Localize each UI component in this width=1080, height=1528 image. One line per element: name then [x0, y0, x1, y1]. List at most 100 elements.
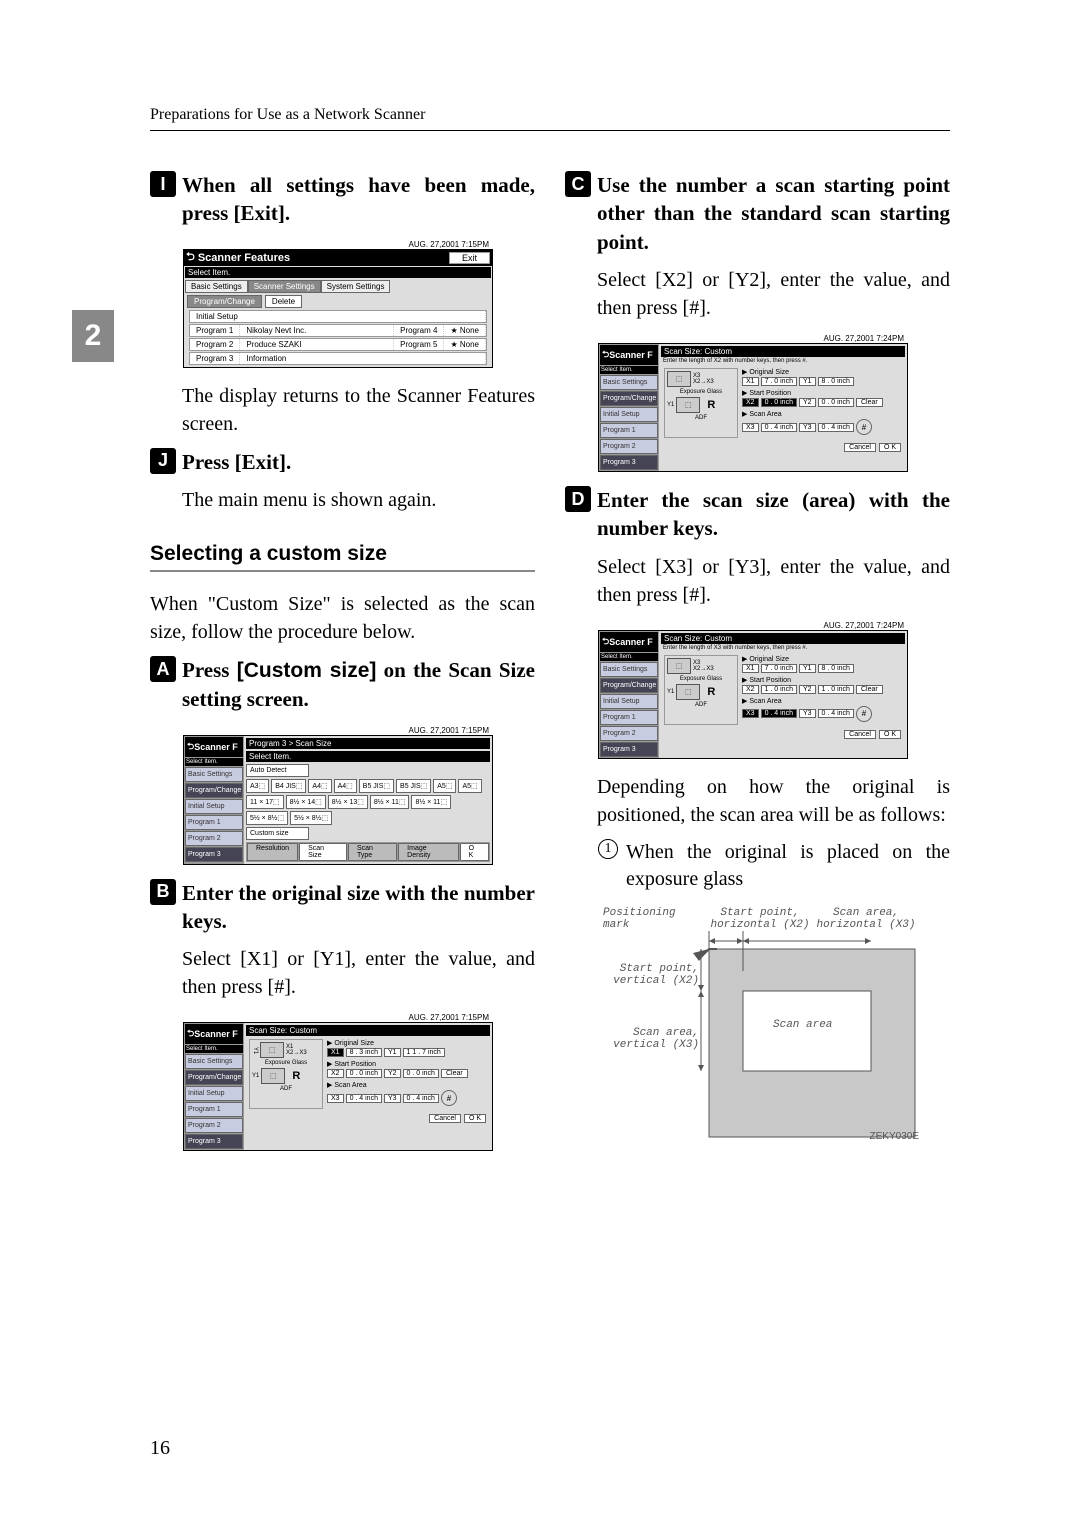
table-cell[interactable]: Program 5 [394, 339, 444, 350]
page-number: 16 [150, 1437, 170, 1460]
x2-button[interactable]: X2 [742, 685, 759, 694]
tab-scan-type[interactable]: Scan Type [348, 843, 397, 861]
sidebar-prog3[interactable]: Program 3 [185, 847, 243, 862]
sidebar-program-change[interactable]: Program/Change [185, 1070, 243, 1085]
sidebar-initial[interactable]: Initial Setup [185, 1086, 243, 1101]
sidebar-basic[interactable]: Basic Settings [185, 767, 243, 782]
back-arrow-icon[interactable]: ⮌ [187, 1026, 194, 1042]
y3-button[interactable]: Y3 [799, 423, 816, 432]
tab-basic[interactable]: Basic Settings [185, 280, 248, 293]
clear-button[interactable]: Clear [441, 1069, 468, 1078]
size-option[interactable]: 8½ × 13⬚ [328, 795, 368, 809]
size-option[interactable]: A4⬚ [334, 779, 357, 793]
sidebar-program-change[interactable]: Program/Change [600, 678, 658, 693]
sidebar-program-change[interactable]: Program/Change [600, 391, 658, 406]
sidebar-prog1[interactable]: Program 1 [185, 1102, 243, 1117]
sidebar-prog2[interactable]: Program 2 [600, 726, 658, 741]
cancel-button[interactable]: Cancel [844, 443, 876, 452]
x3-value: 0 . 4 inch [761, 423, 797, 432]
sidebar-prog3[interactable]: Program 3 [600, 455, 658, 470]
sidebar-basic[interactable]: Basic Settings [185, 1054, 243, 1069]
custom-size-button[interactable]: Custom size [246, 827, 309, 840]
x2-button[interactable]: X2 [742, 398, 759, 407]
size-option[interactable]: 8½ × 14⬚ [286, 795, 326, 809]
r-mark-icon: R [287, 1070, 305, 1082]
x1-button[interactable]: X1 [742, 664, 759, 673]
sidebar-prog2[interactable]: Program 2 [185, 1118, 243, 1133]
table-cell[interactable]: Program 3 [190, 353, 240, 364]
step-d-text: Enter the scan size (area) with the numb… [597, 486, 950, 543]
sidebar-initial[interactable]: Initial Setup [600, 694, 658, 709]
ok-button[interactable]: O K [464, 1114, 486, 1123]
size-option[interactable]: B5 JIS⬚ [396, 779, 431, 793]
x3-button[interactable]: X3 [742, 709, 759, 718]
x3-button[interactable]: X3 [327, 1094, 344, 1103]
y1-button[interactable]: Y1 [799, 664, 816, 673]
sidebar-program-change[interactable]: Program/Change [185, 783, 243, 798]
back-arrow-icon[interactable]: ⮌ [187, 739, 194, 755]
size-option[interactable]: 5½ × 8½⬚ [246, 811, 288, 825]
ok-button[interactable]: O K [460, 843, 489, 861]
size-option[interactable]: B4 JIS⬚ [271, 779, 306, 793]
y1-button[interactable]: Y1 [384, 1048, 401, 1057]
exit-button[interactable]: Exit [449, 252, 490, 264]
x1-button[interactable]: X1 [742, 377, 759, 386]
back-arrow-icon[interactable]: ⮌ [186, 248, 195, 267]
tab-system[interactable]: System Settings [321, 280, 391, 293]
y2-button[interactable]: Y2 [799, 398, 816, 407]
y1-button[interactable]: Y1 [799, 377, 816, 386]
x1-button[interactable]: X1 [327, 1048, 344, 1057]
y2-button[interactable]: Y2 [384, 1069, 401, 1078]
size-option[interactable]: B5 JIS⬚ [359, 779, 394, 793]
sidebar-prog1[interactable]: Program 1 [600, 710, 658, 725]
sidebar-initial[interactable]: Initial Setup [185, 799, 243, 814]
size-option[interactable]: A3⬚ [246, 779, 269, 793]
sidebar-initial[interactable]: Initial Setup [600, 407, 658, 422]
initial-setup[interactable]: Initial Setup [190, 311, 486, 322]
back-arrow-icon[interactable]: ⮌ [602, 347, 609, 363]
size-option[interactable]: 8½ × 11⬚ [411, 795, 451, 809]
y2-button[interactable]: Y2 [799, 685, 816, 694]
hash-button[interactable]: # [441, 1090, 457, 1106]
table-cell[interactable]: Program 2 [190, 339, 240, 350]
auto-detect-button[interactable]: Auto Detect [246, 764, 309, 777]
sidebar-basic[interactable]: Basic Settings [600, 375, 658, 390]
program-change-button[interactable]: Program/Change [187, 295, 262, 308]
size-option[interactable]: A5⬚ [458, 779, 481, 793]
ok-button[interactable]: O K [879, 443, 901, 452]
x2-button[interactable]: X2 [327, 1069, 344, 1078]
ok-button[interactable]: O K [879, 730, 901, 739]
size-option[interactable]: 11 × 17⬚ [246, 795, 284, 809]
y1-value: 8 . 0 inch [818, 664, 854, 673]
clear-button[interactable]: Clear [856, 685, 883, 694]
size-option[interactable]: 8½ × 11⬚ [370, 795, 410, 809]
sidebar-prog3[interactable]: Program 3 [185, 1134, 243, 1149]
table-cell[interactable]: Program 4 [394, 325, 444, 336]
right-column: C Use the number a scan starting point o… [565, 161, 950, 1226]
size-option[interactable]: A4⬚ [308, 779, 331, 793]
sidebar-prog1[interactable]: Program 1 [600, 423, 658, 438]
x3-button[interactable]: X3 [742, 423, 759, 432]
sidebar-prog2[interactable]: Program 2 [600, 439, 658, 454]
x3-value: 0 . 4 inch [346, 1094, 382, 1103]
sidebar-prog2[interactable]: Program 2 [185, 831, 243, 846]
hash-button[interactable]: # [856, 706, 872, 722]
hash-button[interactable]: # [856, 419, 872, 435]
sidebar-prog1[interactable]: Program 1 [185, 815, 243, 830]
tab-scan-size[interactable]: Scan Size [299, 843, 347, 861]
clear-button[interactable]: Clear [856, 398, 883, 407]
cancel-button[interactable]: Cancel [429, 1114, 461, 1123]
tab-resolution[interactable]: Resolution [247, 843, 298, 861]
tab-scanner[interactable]: Scanner Settings [248, 280, 321, 293]
y3-button[interactable]: Y3 [384, 1094, 401, 1103]
back-arrow-icon[interactable]: ⮌ [602, 634, 609, 650]
y3-button[interactable]: Y3 [799, 709, 816, 718]
delete-button[interactable]: Delete [265, 295, 302, 308]
tab-density[interactable]: Image Density [398, 843, 458, 861]
cancel-button[interactable]: Cancel [844, 730, 876, 739]
sidebar-prog3[interactable]: Program 3 [600, 742, 658, 757]
sidebar-basic[interactable]: Basic Settings [600, 662, 658, 677]
size-option[interactable]: A5⬚ [433, 779, 456, 793]
table-cell[interactable]: Program 1 [190, 325, 240, 336]
size-option[interactable]: 5½ × 8½⬚ [290, 811, 332, 825]
